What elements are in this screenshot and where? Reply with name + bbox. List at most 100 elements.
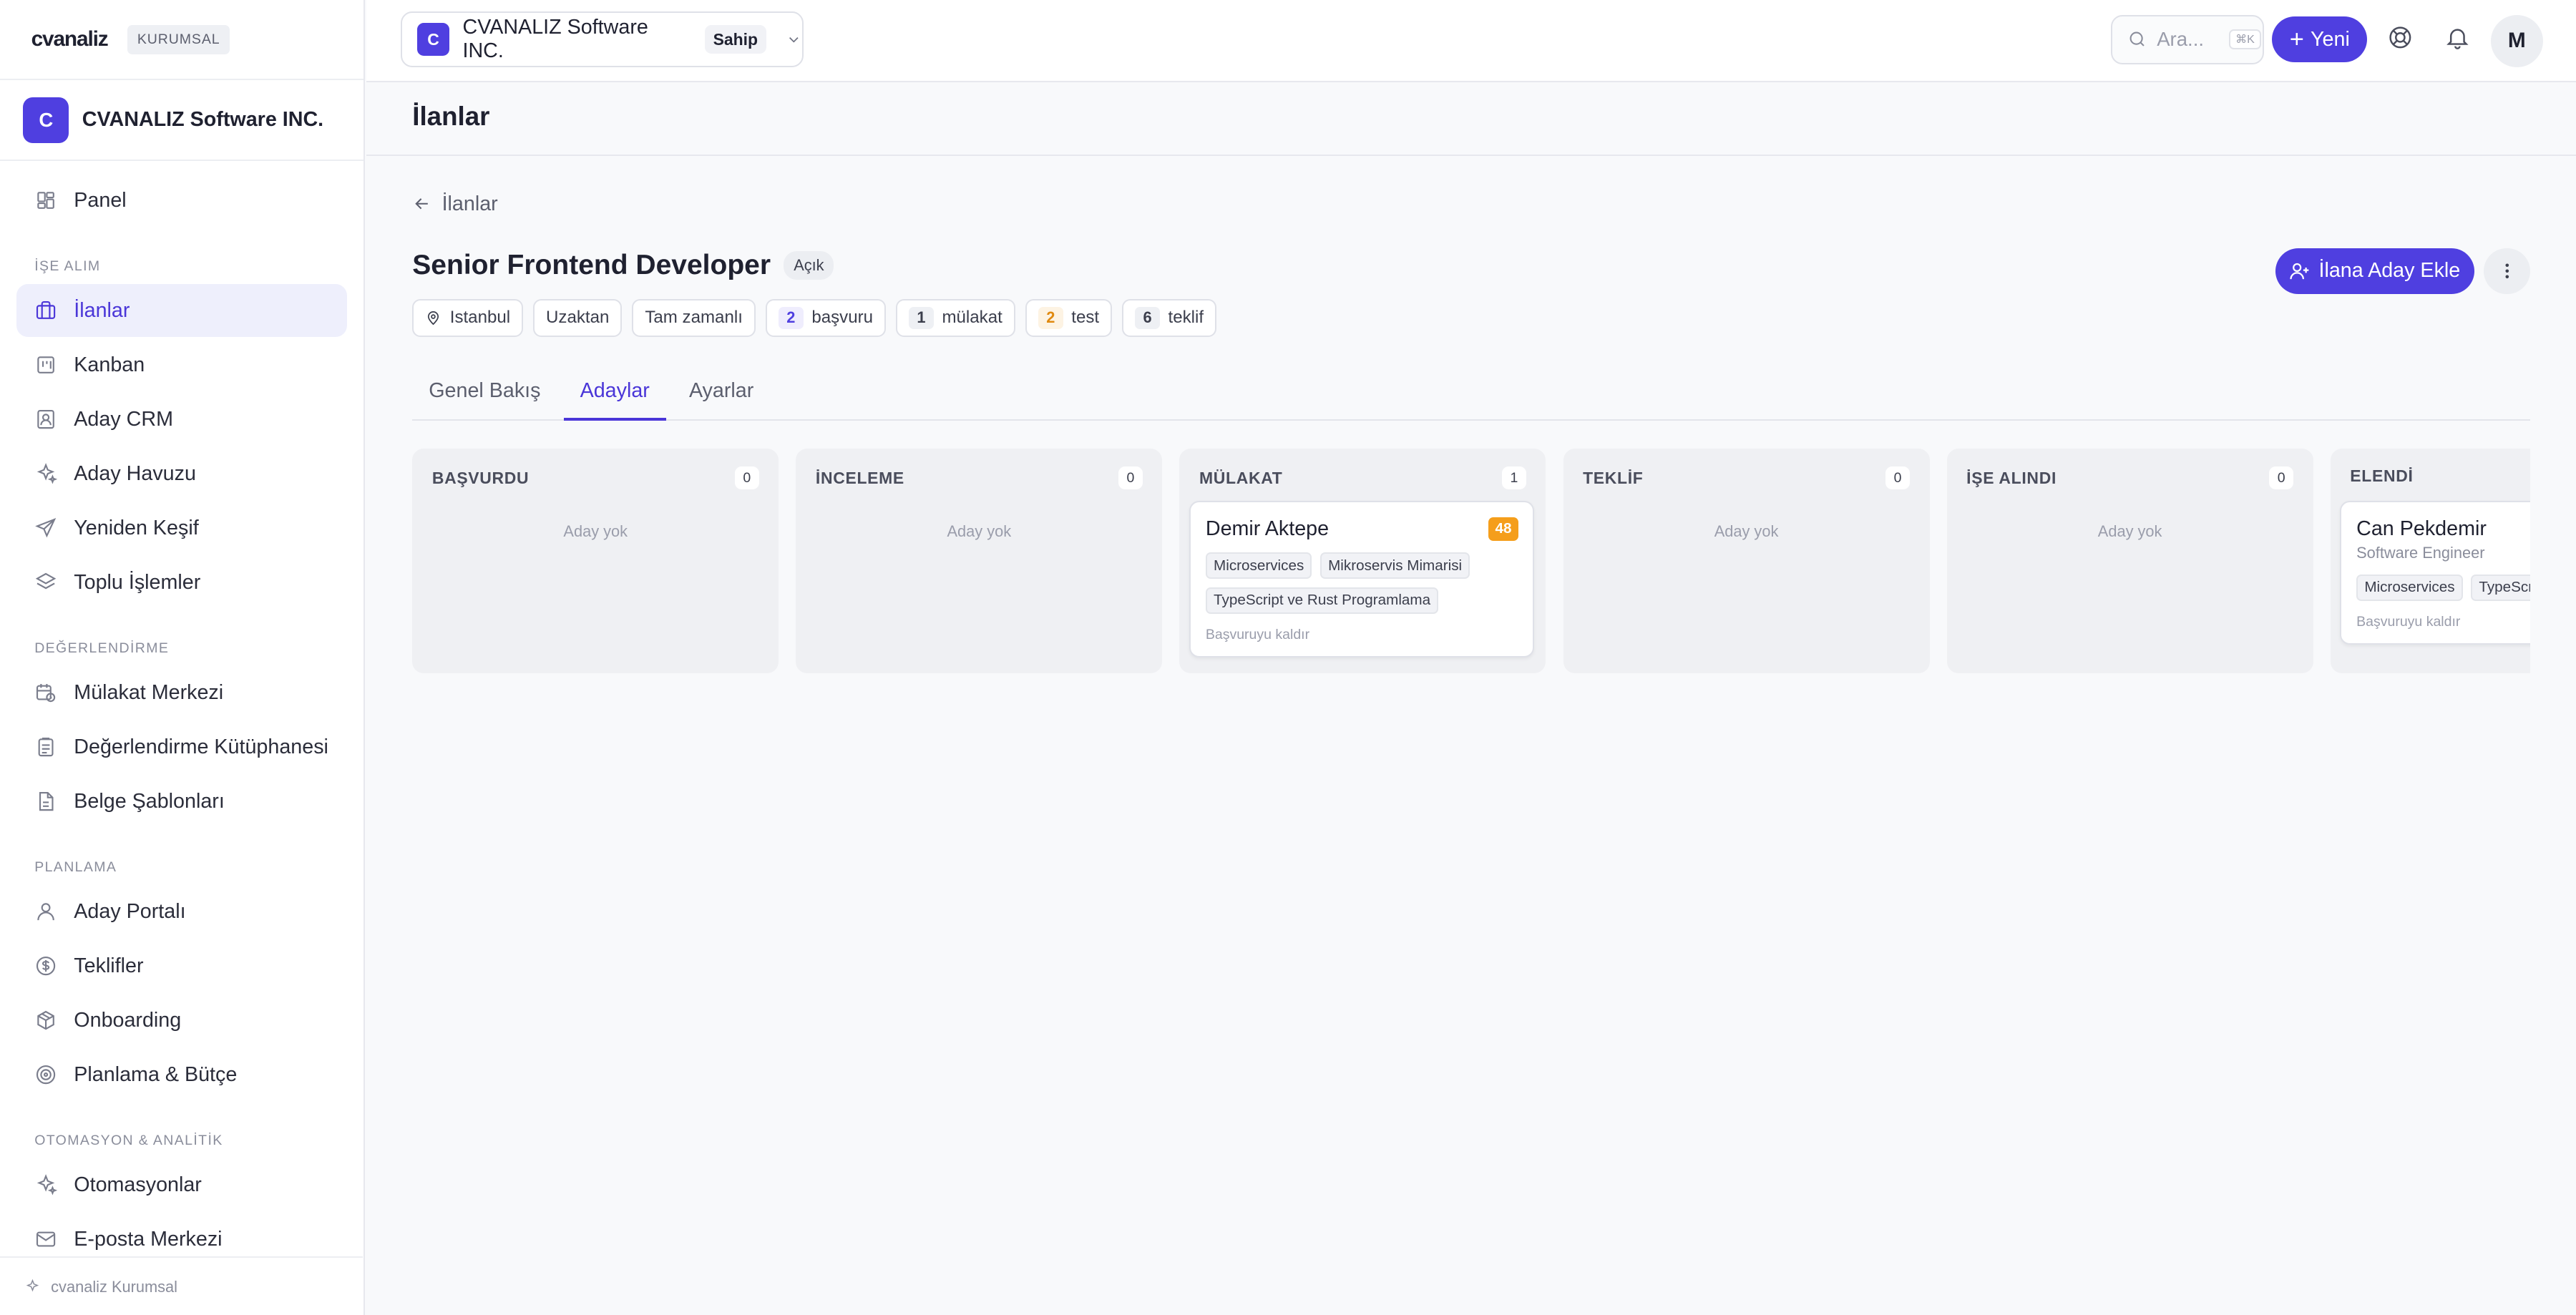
candidate-name[interactable]: Demir Aktepe bbox=[1206, 517, 1518, 541]
candidate-card[interactable]: Can Pekdemir Software Engineer Microservic… bbox=[2340, 501, 2530, 645]
kanban-column-mulakat: MÜLAKAT 1 Demir Aktepe 48 Microservices Mikro… bbox=[1179, 448, 1546, 674]
tab-adaylar[interactable]: Adaylar bbox=[563, 371, 666, 421]
brand-logo[interactable]: cvanaliz bbox=[31, 27, 109, 52]
sidebar-item-aday-havuzu[interactable]: Aday Havuzu bbox=[16, 447, 347, 499]
skill-tag: TypeScript bbox=[2471, 574, 2530, 601]
column-header: BAŞVURDU 0 bbox=[431, 466, 759, 490]
sidebar-item-label: Onboarding bbox=[74, 1008, 182, 1032]
lifebuoy-icon bbox=[2389, 26, 2411, 49]
org-header[interactable]: C CVANALIZ Software INC. bbox=[0, 80, 364, 161]
search-input[interactable] bbox=[2157, 28, 2220, 52]
add-candidate-button[interactable]: İlana Aday Ekle bbox=[2275, 248, 2474, 294]
column-count: 0 bbox=[1885, 466, 1910, 490]
sidebar-item-i-lanlar[interactable]: İlanlar bbox=[16, 284, 347, 337]
kanban-column-i-nceleme: İNCELEME 0 Aday yok bbox=[796, 448, 1163, 674]
sidebar-item-label: Aday Havuzu bbox=[74, 461, 196, 485]
location-label: Istanbul bbox=[449, 308, 511, 328]
candidate-card[interactable]: Demir Aktepe 48 Microservices Mikroservis M… bbox=[1189, 501, 1535, 658]
stat-label: başvuru bbox=[811, 308, 874, 328]
skill-tag: Mikroservis Mimarisi bbox=[1319, 552, 1470, 580]
column-count: 0 bbox=[2269, 466, 2294, 490]
sidebar-item-degerlendirme-kutuphanesi[interactable]: Değerlendirme Kütüphanesi bbox=[16, 720, 347, 773]
sidebar-nav: Panel İŞE ALIM İlanlar Kanban Aday CRM Aday H… bbox=[0, 161, 364, 1266]
column-empty-label: Aday yok bbox=[563, 522, 628, 541]
plus-icon: + bbox=[2289, 25, 2304, 53]
column-header: İŞE ALINDI 0 bbox=[1966, 466, 2294, 490]
column-empty-label: Aday yok bbox=[2097, 522, 2162, 541]
target-icon bbox=[36, 1065, 56, 1085]
sidebar-item-label: Toplu İşlemler bbox=[74, 570, 201, 594]
job-tabs: Genel Bakış Adaylar Ayarlar bbox=[412, 371, 2530, 421]
kanban-icon bbox=[37, 356, 55, 373]
sidebar-item-mulakat-merkezi[interactable]: Mülakat Merkezi bbox=[16, 666, 347, 718]
sidebar-section-title: DEĞERLENDİRME bbox=[34, 640, 170, 656]
sidebar-item-label: Teklifler bbox=[74, 954, 144, 977]
search-box[interactable]: ⌘K bbox=[2111, 14, 2264, 64]
column-header: TEKLİF 0 bbox=[1583, 466, 1910, 490]
job-meta-chips: Istanbul Uzaktan Tam zamanlı 2 başvuru 1 mü… bbox=[412, 298, 1217, 337]
calendar-clock-icon bbox=[36, 684, 56, 703]
kanban-column-tekli-f: TEKLİF 0 Aday yok bbox=[1563, 448, 1930, 674]
candidate-name[interactable]: Can Pekdemir bbox=[2356, 517, 2530, 541]
stat-count: 1 bbox=[908, 306, 934, 329]
sidebar-item-label: Mülakat Merkezi bbox=[74, 680, 224, 704]
sidebar: cvanaliz KURUMSAL C CVANALIZ Software IN… bbox=[0, 0, 365, 1315]
column-title: ELENDİ bbox=[2350, 466, 2414, 486]
page-header: İlanlar bbox=[366, 82, 2576, 157]
sidebar-footer: cvanaliz Kurumsal bbox=[0, 1256, 364, 1315]
org-switcher[interactable]: C CVANALIZ Software INC. Sahip bbox=[401, 11, 804, 68]
sparkles-icon bbox=[26, 1279, 39, 1292]
grid-icon bbox=[37, 192, 55, 209]
notifications-button[interactable] bbox=[2443, 23, 2472, 52]
skill-tag: Microservices bbox=[1205, 552, 1312, 580]
help-button[interactable] bbox=[2386, 23, 2415, 52]
sidebar-item-teklifler[interactable]: Teklifler bbox=[16, 939, 347, 992]
column-title: BAŞVURDU bbox=[431, 468, 530, 487]
employment-label: Tam zamanlı bbox=[645, 308, 743, 328]
more-options-button[interactable] bbox=[2484, 248, 2530, 294]
sidebar-item-belge-sablonlari[interactable]: Belge Şablonları bbox=[16, 775, 347, 827]
column-title: İŞE ALINDI bbox=[1966, 468, 2057, 487]
column-empty-label: Aday yok bbox=[947, 522, 1012, 541]
work-mode-label: Uzaktan bbox=[546, 308, 610, 328]
stat-label: test bbox=[1071, 308, 1100, 328]
sidebar-item-toplu-i-slemler[interactable]: Toplu İşlemler bbox=[16, 556, 347, 608]
sidebar-item-planlama-butce[interactable]: Planlama & Bütçe bbox=[16, 1048, 347, 1100]
send-icon bbox=[35, 518, 57, 538]
stat-count: 2 bbox=[1038, 306, 1063, 329]
tab-genel-bakis[interactable]: Genel Bakış bbox=[412, 371, 557, 421]
new-button[interactable]: + Yeni bbox=[2272, 16, 2368, 63]
column-title: MÜLAKAT bbox=[1199, 468, 1283, 487]
sidebar-item-label: Değerlendirme Kütüphanesi bbox=[74, 735, 328, 758]
back-link[interactable]: İlanlar bbox=[412, 192, 498, 216]
remove-application-link[interactable]: Başvuruyu kaldır bbox=[2356, 614, 2530, 630]
job-title-row: Senior Frontend Developer Açık bbox=[412, 250, 834, 281]
column-count: 0 bbox=[1118, 466, 1143, 490]
sidebar-item-yeniden-kesif[interactable]: Yeniden Keşif bbox=[16, 502, 347, 554]
stat-label: mülakat bbox=[942, 308, 1002, 328]
user-avatar[interactable]: M bbox=[2490, 14, 2544, 68]
add-candidate-label: İlana Aday Ekle bbox=[2318, 259, 2461, 283]
bell-icon bbox=[2446, 29, 2469, 50]
sidebar-item-label: Panel bbox=[74, 188, 127, 212]
tab-ayarlar[interactable]: Ayarlar bbox=[673, 371, 770, 421]
remove-application-link[interactable]: Başvuruyu kaldır bbox=[1206, 627, 1518, 643]
skill-tag: Microservices bbox=[2356, 574, 2463, 601]
sidebar-item-label: Aday CRM bbox=[74, 407, 173, 431]
file-icon bbox=[39, 791, 54, 811]
stat-count: 2 bbox=[778, 306, 804, 329]
sidebar-item-aday-crm[interactable]: Aday CRM bbox=[16, 393, 347, 445]
sparkles-icon bbox=[37, 1174, 58, 1196]
sidebar-item-label: Aday Portalı bbox=[74, 899, 186, 923]
search-icon bbox=[2129, 31, 2145, 47]
new-button-label: Yeni bbox=[2311, 27, 2350, 51]
sidebar-item-panel[interactable]: Panel bbox=[16, 174, 347, 226]
job-title: Senior Frontend Developer bbox=[412, 249, 771, 280]
sidebar-item-kanban[interactable]: Kanban bbox=[16, 338, 347, 391]
sidebar-item-otomasyonlar[interactable]: Otomasyonlar bbox=[16, 1158, 347, 1211]
sidebar-item-aday-portali[interactable]: Aday Portalı bbox=[16, 885, 347, 937]
sidebar-item-label: Otomasyonlar bbox=[74, 1173, 202, 1196]
sidebar-item-onboarding[interactable]: Onboarding bbox=[16, 994, 347, 1046]
column-title: TEKLİF bbox=[1583, 468, 1644, 487]
stat-chip-test: 2 test bbox=[1025, 298, 1113, 337]
